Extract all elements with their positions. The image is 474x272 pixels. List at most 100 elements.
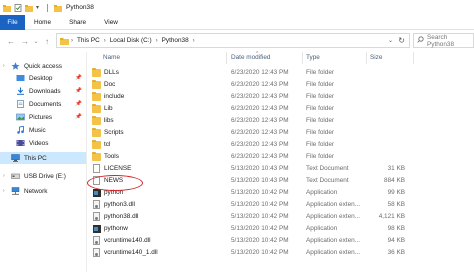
up-arrow-icon[interactable]: ↑ [40,37,54,46]
file-name: Tools [104,153,119,160]
file-row-lib[interactable]: Lib 6/23/2020 12:43 PM File folder [88,103,474,115]
column-separator[interactable] [302,52,303,64]
title-bar: ▾ Python38 [0,0,474,15]
file-row-python3-dll[interactable]: python3.dll 5/13/2020 10:42 PM Applicati… [88,199,474,211]
desktop-icon [16,74,25,82]
breadcrumb-python38[interactable]: Python38 [162,37,189,44]
file-row-include[interactable]: include 6/23/2020 12:43 PM File folder [88,91,474,103]
address-bar[interactable]: › This PC › Local Disk (C:) › Python38 ›… [56,33,410,48]
file-name: Doc [104,81,116,88]
breadcrumb-chevron-icon: › [103,37,106,44]
sidebar-label-quick-access: Quick access [24,62,63,70]
new-folder-icon[interactable] [25,4,33,12]
file-row-python[interactable]: python 5/13/2020 10:42 PM Application 99… [88,187,474,199]
file-size: 99 KB [387,189,405,196]
videos-icon [16,139,25,147]
documents-icon [16,100,25,108]
file-name: libs [104,117,114,124]
sidebar-label-network: Network [24,187,48,195]
file-type: Application exten... [306,213,360,220]
dll-file-icon [93,212,100,221]
folder-icon[interactable] [3,4,11,12]
file-type: Application exten... [306,201,360,208]
sidebar-item-pictures[interactable]: Pictures 📌 [0,111,86,123]
column-separator[interactable] [366,52,367,64]
file-row-vcruntime140-dll[interactable]: vcruntime140.dll 5/13/2020 10:42 PM Appl… [88,235,474,247]
sidebar-label-downloads: Downloads [29,87,61,95]
file-type: Application [306,225,338,232]
file-row-dlls[interactable]: DLLs 6/23/2020 12:43 PM File folder [88,67,474,79]
file-date: 5/13/2020 10:42 PM [231,213,289,220]
file-name: Scripts [104,129,124,136]
breadcrumb-chevron-icon: › [155,37,158,44]
file-row-pythonw[interactable]: pythonw 5/13/2020 10:42 PM Application 9… [88,223,474,235]
column-header-date-modified[interactable]: Date modified [231,54,270,61]
file-date: 5/13/2020 10:42 PM [231,225,289,232]
file-row-news[interactable]: NEWS 5/13/2020 10:43 PM Text Document 88… [88,175,474,187]
file-type: Text Document [306,165,349,172]
file-row-tools[interactable]: Tools 6/23/2020 12:43 PM File folder [88,151,474,163]
sidebar-item-downloads[interactable]: Downloads 📌 [0,85,86,97]
properties-icon[interactable] [14,3,22,12]
file-type: File folder [306,141,335,148]
sidebar-item-documents[interactable]: Documents 📌 [0,98,86,110]
file-type: File folder [306,129,335,136]
python-app-icon [93,189,101,197]
network-icon [11,187,20,195]
file-row-vcruntime140-1-dll[interactable]: vcruntime140_1.dll 5/13/2020 10:42 PM Ap… [88,247,474,259]
tab-view[interactable]: View [95,19,127,26]
file-row-license[interactable]: LICENSE 5/13/2020 10:43 PM Text Document… [88,163,474,175]
sidebar-item-music[interactable]: Music [0,124,86,136]
column-header-size[interactable]: Size [370,54,382,61]
file-type: File folder [306,93,335,100]
back-arrow-icon[interactable]: ← [4,37,18,46]
file-name: LICENSE [104,165,132,172]
tab-share[interactable]: Share [60,19,95,26]
file-row-python38-dll[interactable]: python38.dll 5/13/2020 10:42 PM Applicat… [88,211,474,223]
folder-icon [92,116,101,125]
file-size: 36 KB [387,249,405,256]
sidebar-label-this-pc: This PC [24,154,47,162]
file-row-libs[interactable]: libs 6/23/2020 12:43 PM File folder [88,115,474,127]
tab-home[interactable]: Home [25,19,60,26]
breadcrumb-this-pc[interactable]: This PC [77,37,100,44]
sidebar-item-videos[interactable]: Videos [0,137,86,149]
file-type: File folder [306,153,335,160]
folder-icon [92,140,101,149]
file-name: python38.dll [104,213,139,220]
pane-divider[interactable] [86,52,87,272]
folder-icon [92,104,101,113]
file-row-doc[interactable]: Doc 6/23/2020 12:43 PM File folder [88,79,474,91]
computer-icon [11,154,20,162]
search-input[interactable]: Search Python38 [413,33,474,48]
customize-dropdown-icon[interactable]: ▾ [36,4,44,12]
sidebar-item-quick-access[interactable]: Quick access [0,60,86,72]
pictures-icon [16,113,25,121]
tab-file[interactable]: File [0,14,25,30]
recent-locations-icon[interactable]: ⌄ [32,38,40,45]
refresh-icon[interactable]: ↻ [398,36,405,45]
window-folder-icon [54,4,62,12]
sidebar-item-desktop[interactable]: Desktop 📌 [0,72,86,84]
file-size: 94 KB [387,237,405,244]
sidebar-item-network[interactable]: Network [0,185,86,197]
column-separator[interactable] [226,52,227,64]
column-header-type[interactable]: Type [306,54,320,61]
sidebar-label-videos: Videos [29,139,49,147]
file-date: 5/13/2020 10:43 PM [231,177,289,184]
star-icon [11,62,20,70]
file-row-tcl[interactable]: tcl 6/23/2020 12:43 PM File folder [88,139,474,151]
breadcrumb-local-disk[interactable]: Local Disk (C:) [110,37,152,44]
forward-arrow-icon[interactable]: → [18,37,32,46]
column-separator[interactable] [413,52,414,64]
address-dropdown-icon[interactable]: ⌄ [388,37,393,44]
column-header-name[interactable]: Name [103,54,120,61]
sidebar-item-usb-drive[interactable]: USB Drive (E:) [0,170,86,182]
pin-icon: 📌 [75,75,82,81]
file-date: 5/13/2020 10:42 PM [231,249,289,256]
sidebar-item-this-pc[interactable]: This PC [0,152,86,164]
file-row-scripts[interactable]: Scripts 6/23/2020 12:43 PM File folder [88,127,474,139]
sidebar-label-music: Music [29,126,46,134]
file-name: DLLs [104,69,119,76]
file-size: 58 KB [387,201,405,208]
